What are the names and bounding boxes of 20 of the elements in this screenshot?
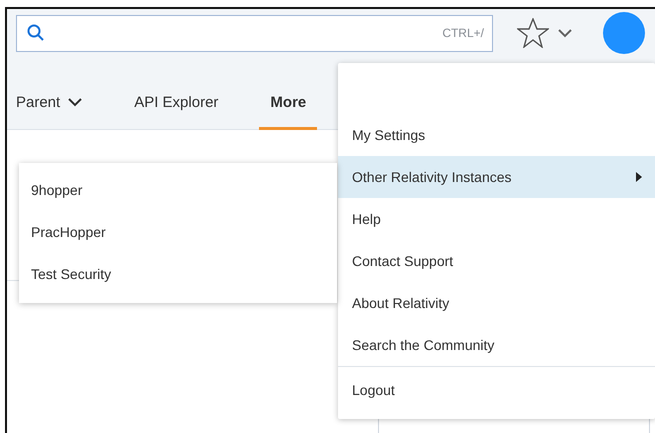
submenu-arrow-icon bbox=[635, 172, 643, 182]
menu-item[interactable]: Contact Support bbox=[338, 240, 655, 282]
nav-tab[interactable]: Parent bbox=[5, 57, 94, 130]
submenu-item[interactable]: Test Security bbox=[19, 253, 337, 295]
menu-item[interactable]: About Relativity bbox=[338, 282, 655, 324]
nav-tab[interactable]: API Explorer bbox=[123, 57, 230, 130]
menu-item[interactable]: Logout bbox=[338, 366, 655, 413]
search-icon bbox=[27, 24, 45, 42]
menu-item[interactable]: Search the Community bbox=[338, 324, 655, 366]
chevron-down-icon bbox=[68, 98, 82, 106]
chevron-down-icon[interactable] bbox=[558, 28, 572, 38]
submenu-item[interactable]: PracHopper bbox=[19, 211, 337, 253]
nav-tab[interactable]: More bbox=[259, 57, 318, 130]
star-icon[interactable] bbox=[517, 18, 549, 48]
avatar-circle[interactable] bbox=[603, 12, 645, 54]
menu-item[interactable]: Other Relativity Instances bbox=[338, 156, 655, 198]
submenu-item[interactable]: 9hopper bbox=[19, 169, 337, 211]
menu-item[interactable]: My Settings bbox=[338, 114, 655, 156]
menu-item[interactable]: Help bbox=[338, 198, 655, 240]
shortcut-hint: CTRL+/ bbox=[442, 26, 484, 40]
